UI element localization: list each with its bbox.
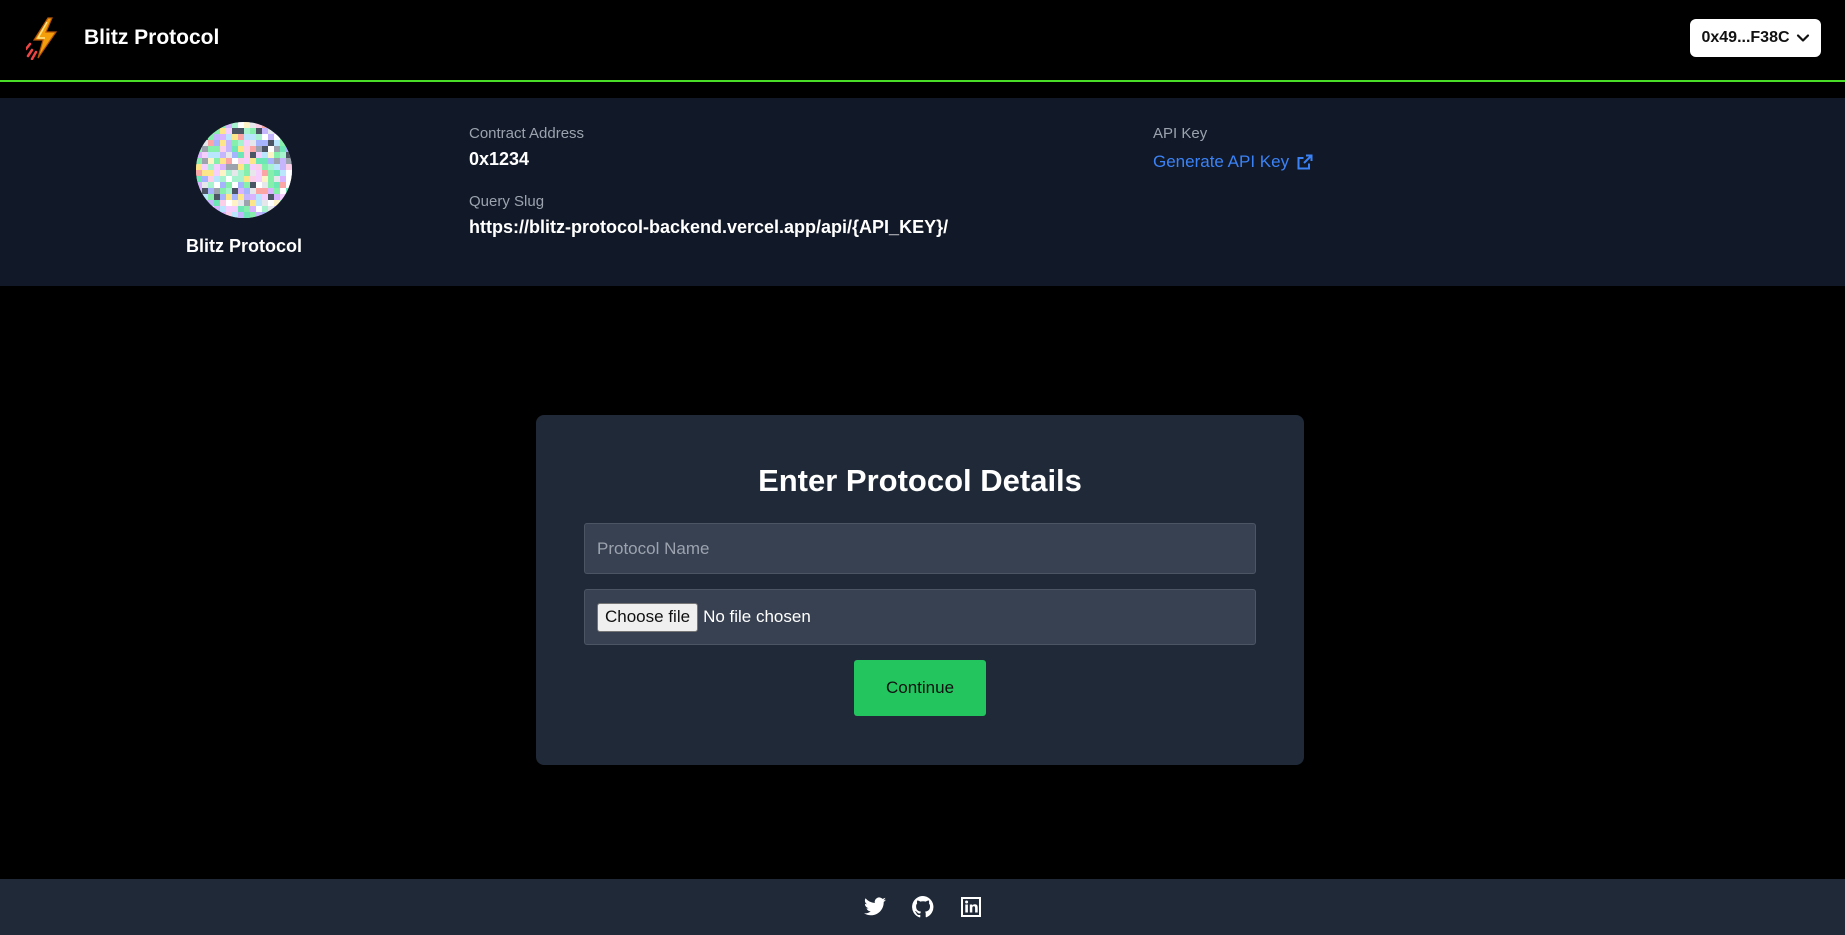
generate-api-key-link[interactable]: Generate API Key (1153, 152, 1313, 172)
footer (0, 879, 1845, 935)
github-icon[interactable] (911, 895, 935, 919)
query-slug-value: https://blitz-protocol-backend.vercel.ap… (469, 217, 949, 237)
card-title: Enter Protocol Details (758, 463, 1082, 498)
file-upload-field[interactable]: Choose file No file chosen (584, 589, 1256, 645)
external-link-icon (1297, 154, 1313, 170)
query-slug-label: Query Slug (469, 193, 545, 210)
brand[interactable]: Blitz Protocol (26, 16, 219, 60)
top-navbar: Blitz Protocol 0x49...F38C (0, 0, 1845, 82)
contract-address-value: 0x1234 (469, 149, 530, 169)
choose-file-button[interactable]: Choose file (597, 602, 699, 632)
lightning-logo-icon (26, 17, 58, 60)
api-key-label: API Key (1153, 125, 1208, 142)
twitter-icon[interactable] (863, 895, 887, 919)
chevron-down-icon (1796, 34, 1809, 42)
wallet-account-button[interactable]: 0x49...F38C (1690, 19, 1821, 57)
profile-name: Blitz Protocol (186, 236, 302, 256)
avatar (196, 122, 292, 218)
generate-api-key-text: Generate API Key (1153, 152, 1290, 171)
brand-name: Blitz Protocol (84, 26, 220, 49)
file-status-text: No file chosen (703, 607, 811, 626)
protocol-name-input[interactable] (584, 523, 1256, 574)
continue-button[interactable]: Continue (854, 660, 986, 716)
linkedin-icon[interactable] (959, 895, 983, 919)
protocol-details-card: Enter Protocol Details Choose file No fi… (536, 415, 1304, 765)
protocol-profile-panel: Blitz Protocol Contract Address 0x1234 Q… (0, 98, 1845, 286)
contract-address-label: Contract Address (469, 125, 585, 142)
wallet-address: 0x49...F38C (1701, 29, 1790, 46)
